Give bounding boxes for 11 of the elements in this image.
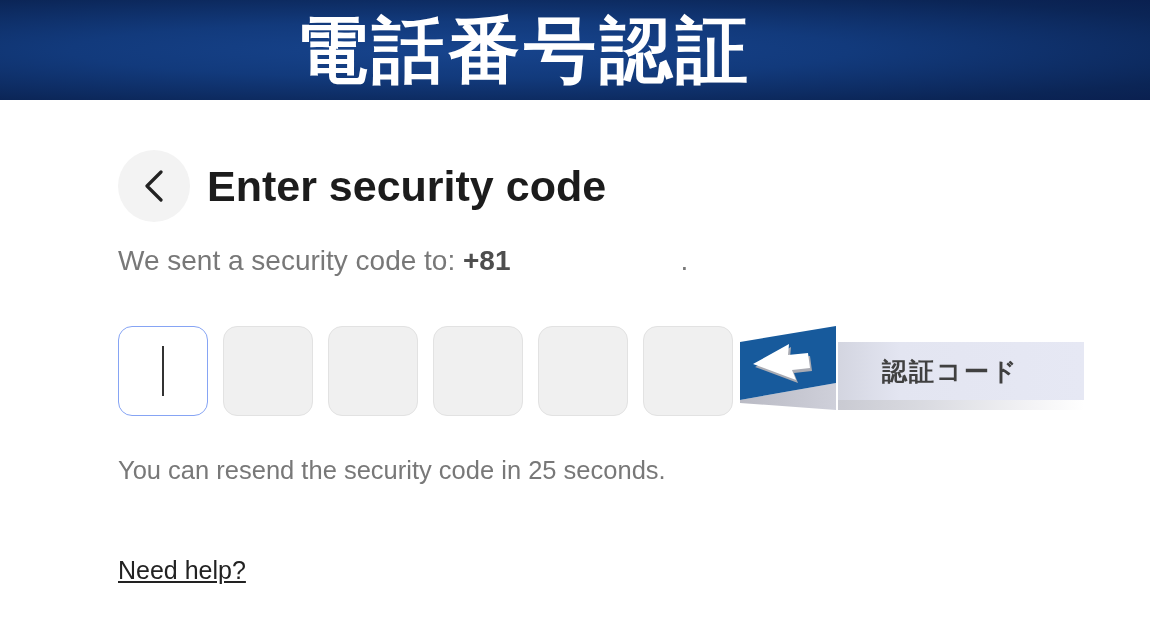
- chevron-left-icon: [144, 170, 164, 202]
- callout-label: 認証コード: [838, 342, 1084, 410]
- code-digit-field[interactable]: [118, 326, 208, 416]
- resend-notice: You can resend the security code in 25 seconds.: [118, 455, 666, 485]
- message-period: .: [680, 245, 689, 277]
- sent-to-message: We sent a security code to: +81: [118, 245, 511, 277]
- banner-title: 電話番号認証: [296, 14, 752, 86]
- help-link[interactable]: Need help?: [118, 555, 246, 585]
- left-arrow-icon: [738, 326, 838, 412]
- page-title: Enter security code: [207, 164, 607, 208]
- text-cursor-icon: [162, 346, 164, 396]
